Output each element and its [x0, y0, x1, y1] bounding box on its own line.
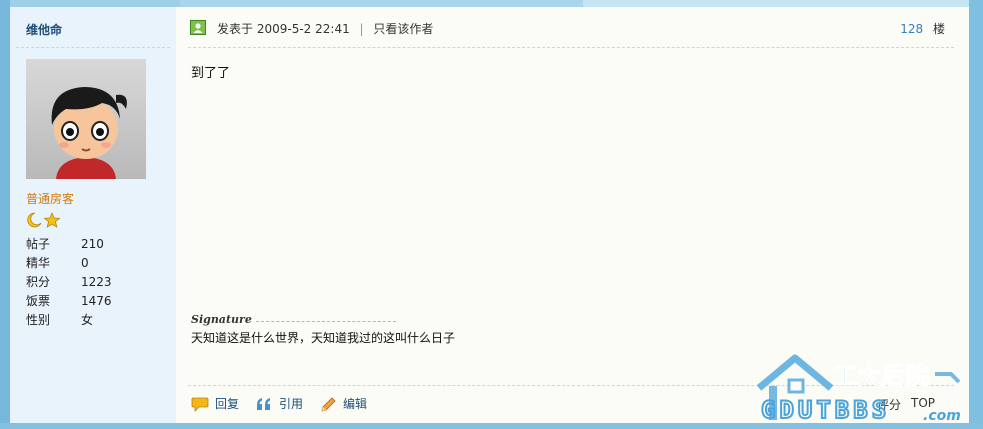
reply-button[interactable]: 回复 — [191, 395, 239, 412]
rate-top-links: 评分 TOP — [877, 396, 935, 413]
post-header: 发表于 2009-5-2 22:41 | 只看该作者 128 楼 — [190, 19, 951, 39]
post-container: 发表于 2009-5-2 22:41 | 只看该作者 128 楼 到了了 Sig… — [176, 7, 969, 423]
user-stats: 帖子 210 精华 0 积分 1223 饭票 1476 性别 女 — [26, 235, 146, 330]
only-author-link[interactable]: 只看该作者 — [373, 22, 433, 36]
user-online-icon — [190, 20, 206, 35]
stat-value: 1476 — [81, 294, 112, 308]
user-rank: 普通房客 — [26, 192, 75, 206]
stat-label: 积分 — [26, 275, 51, 289]
rate-link[interactable]: 评分 — [877, 396, 901, 413]
stat-row-digest: 精华 0 — [26, 254, 146, 273]
frame-top-left — [0, 0, 180, 7]
stat-row-tickets: 饭票 1476 — [26, 292, 146, 311]
posted-time: 2009-5-2 22:41 — [256, 22, 350, 36]
quote-marks-icon — [255, 396, 273, 412]
top-link[interactable]: TOP — [911, 396, 935, 413]
speech-bubble-icon — [191, 396, 209, 412]
stat-value: 1223 — [81, 275, 112, 289]
rank-icons — [26, 212, 66, 228]
stat-value: 女 — [81, 313, 94, 327]
star-icon — [43, 212, 61, 228]
floor-number[interactable]: 128 — [900, 22, 923, 36]
avatar-cartoon-icon — [26, 59, 146, 179]
moon-icon — [27, 212, 42, 228]
signature-label: Signature — [191, 313, 252, 326]
posted-label: 发表于 — [217, 22, 254, 36]
reply-label: 回复 — [215, 397, 240, 411]
frame-bottom — [0, 423, 983, 429]
frame-left — [0, 0, 10, 429]
header-divider — [188, 47, 954, 48]
quote-label: 引用 — [279, 397, 304, 411]
frame-right — [969, 0, 983, 429]
stat-row-gender: 性别 女 — [26, 311, 146, 330]
edit-button[interactable]: 编辑 — [319, 395, 367, 412]
footer-divider — [188, 385, 954, 386]
edit-label: 编辑 — [343, 397, 368, 411]
quote-button[interactable]: 引用 — [255, 395, 303, 412]
post-meta: 发表于 2009-5-2 22:41 | 只看该作者 — [217, 20, 433, 37]
stat-row-posts: 帖子 210 — [26, 235, 146, 254]
stat-value: 0 — [81, 256, 89, 270]
username-link[interactable]: 维他命 — [26, 21, 62, 38]
frame-top-stripe — [583, 0, 983, 7]
pencil-icon — [319, 396, 337, 412]
stat-label: 性别 — [26, 313, 51, 327]
signature-divider — [256, 321, 396, 322]
stat-label: 饭票 — [26, 294, 51, 308]
post-content: 到了了 — [191, 66, 231, 81]
stat-row-points: 积分 1223 — [26, 273, 146, 292]
stat-value: 210 — [81, 237, 104, 251]
floor-indicator: 128 楼 — [900, 20, 945, 37]
floor-unit: 楼 — [932, 22, 945, 36]
stat-label: 帖子 — [26, 237, 51, 251]
user-divider — [16, 47, 170, 48]
stat-label: 精华 — [26, 256, 51, 270]
signature-text: 天知道这是什么世界，天知道我过的这叫什么日子 — [191, 331, 456, 345]
user-profile-column: 维他命 普通房客 帖子 210 精华 0 积分 1223 饭票 1476 性别 … — [10, 7, 176, 423]
meta-separator: | — [359, 22, 364, 36]
post-actions: 回复 引用 编辑 — [191, 395, 367, 412]
avatar[interactable] — [26, 59, 146, 179]
